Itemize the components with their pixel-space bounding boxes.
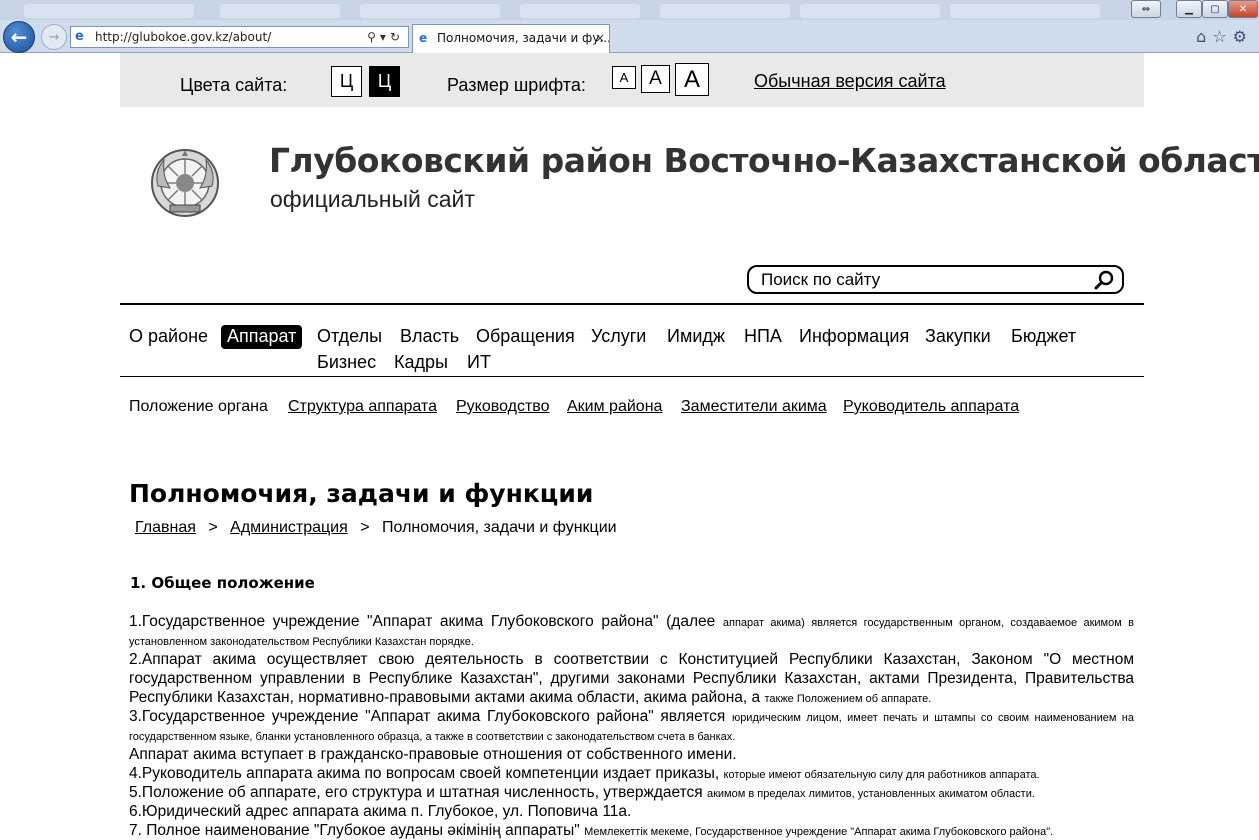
nav-item-vlast[interactable]: Власть bbox=[400, 326, 459, 347]
nav-item-uslugi[interactable]: Услуги bbox=[591, 326, 646, 347]
address-tools-icon[interactable]: ⚲▾↻ bbox=[367, 27, 404, 47]
paragraph-3-text: 3.Государственное учреждение "Аппарат ак… bbox=[129, 708, 732, 725]
background-tab[interactable] bbox=[520, 4, 640, 18]
color-white-button[interactable]: Ц bbox=[331, 66, 362, 97]
site-title[interactable]: Глубоковский район Восточно-Казахстанско… bbox=[269, 141, 1259, 180]
address-bar[interactable]: e http://glubokoe.gov.kz/about/ ⚲▾↻ bbox=[70, 26, 409, 48]
paragraph-7: 6.Юридический адрес аппарата акима п. Гл… bbox=[129, 802, 1134, 821]
font-size-label: Размер шрифта: bbox=[447, 75, 586, 95]
paragraph-1-text: 1.Государственное учреждение "Аппарат ак… bbox=[129, 613, 723, 630]
browser-tabstrip-top: ⇔ ▁ ▢ ✕ bbox=[0, 0, 1259, 20]
font-size-small-button[interactable]: A bbox=[612, 66, 636, 89]
paragraph-1: 1.Государственное учреждение "Аппарат ак… bbox=[129, 612, 1134, 650]
restore-window-icon[interactable]: ⇔ bbox=[1131, 0, 1161, 18]
background-tab[interactable] bbox=[800, 4, 940, 18]
subnav-struktura-apparata[interactable]: Структура аппарата bbox=[288, 398, 437, 416]
nav-item-it[interactable]: ИТ bbox=[467, 352, 491, 373]
subnav-polozhenie-organa[interactable]: Положение органа bbox=[129, 398, 268, 416]
search-box bbox=[747, 265, 1124, 294]
paragraph-4-text: Аппарат акима вступает в гражданско-прав… bbox=[129, 746, 737, 763]
nav-item-apparat[interactable]: Аппарат bbox=[221, 325, 303, 349]
site-colors-label: Цвета сайта: bbox=[180, 75, 288, 95]
background-tab[interactable] bbox=[220, 4, 340, 18]
nav-item-byudzhet[interactable]: Бюджет bbox=[1011, 326, 1076, 347]
nav-item-kadry[interactable]: Кадры bbox=[394, 352, 448, 373]
font-size-medium-button[interactable]: A bbox=[641, 65, 670, 93]
page-title: Полномочия, задачи и функции bbox=[129, 479, 594, 508]
color-black-button[interactable]: Ц bbox=[369, 66, 400, 97]
forward-button[interactable]: → bbox=[41, 24, 67, 50]
browser-toolbar-icons[interactable]: ⌂☆⚙ bbox=[1196, 27, 1253, 46]
breadcrumb: Главная > Администрация > Полномочия, за… bbox=[135, 519, 617, 537]
back-button[interactable]: ← bbox=[3, 21, 35, 53]
site-subtitle: официальный сайт bbox=[270, 186, 475, 212]
tab-close-icon[interactable]: × bbox=[595, 25, 605, 52]
paragraph-4: Аппарат акима вступает в гражданско-прав… bbox=[129, 745, 1134, 764]
paragraph-8: 7. Полное наименование "Глубокое ауданы … bbox=[129, 821, 1134, 840]
background-tab[interactable] bbox=[360, 4, 500, 18]
ie-icon: e bbox=[419, 31, 428, 45]
subnav-akim-raiona[interactable]: Аким района bbox=[567, 398, 662, 416]
nav-item-informaciya[interactable]: Информация bbox=[799, 326, 909, 347]
paragraph-2-smalltext: также Положением об аппарате. bbox=[764, 693, 932, 705]
paragraph-2: 2.Аппарат акима осуществляет свою деятел… bbox=[129, 650, 1134, 707]
search-input[interactable] bbox=[761, 269, 1081, 291]
nav-item-obrashcheniya[interactable]: Обращения bbox=[476, 326, 575, 347]
font-size-large-button[interactable]: A bbox=[675, 63, 709, 96]
paragraph-5: 4.Руководитель аппарата акима по вопроса… bbox=[129, 764, 1134, 783]
nav-item-biznes[interactable]: Бизнес bbox=[317, 352, 376, 373]
ie-icon: e bbox=[75, 29, 84, 44]
paragraph-3: 3.Государственное учреждение "Аппарат ак… bbox=[129, 707, 1134, 745]
breadcrumb-admin-link[interactable]: Администрация bbox=[230, 519, 348, 536]
close-window-icon[interactable]: ✕ bbox=[1228, 0, 1258, 18]
subnav-zamestiteli-akima[interactable]: Заместители акима bbox=[681, 398, 827, 416]
section-heading: 1. Общее положение bbox=[130, 574, 315, 592]
nav-item-zakupki[interactable]: Закупки bbox=[925, 326, 991, 347]
tab-title: Полномочия, задачи и фу... bbox=[437, 31, 610, 45]
header-divider bbox=[120, 303, 1144, 305]
subnav-rukovoditel-apparata[interactable]: Руководитель аппарата bbox=[843, 398, 1019, 416]
nav-item-o-raione[interactable]: О районе bbox=[129, 326, 208, 347]
background-tab[interactable] bbox=[24, 4, 194, 18]
active-tab[interactable]: e Полномочия, задачи и фу... × bbox=[412, 24, 610, 53]
breadcrumb-home-link[interactable]: Главная bbox=[135, 519, 196, 536]
paragraph-8-smalltext: Мемлекеттік мекеме, Государственное учре… bbox=[584, 826, 1054, 838]
maximize-icon[interactable]: ▢ bbox=[1202, 0, 1228, 18]
paragraph-2-text: 2.Аппарат акима осуществляет свою деятел… bbox=[129, 651, 1134, 706]
paragraph-5-smalltext: которые имеют обязательную силу для рабо… bbox=[723, 769, 1040, 781]
nav-divider bbox=[120, 376, 1144, 377]
paragraph-5-text: 4.Руководитель аппарата акима по вопроса… bbox=[129, 765, 724, 782]
breadcrumb-current: Полномочия, задачи и функции bbox=[382, 519, 617, 536]
normal-version-link[interactable]: Обычная версия сайта bbox=[754, 71, 946, 92]
browser-chrome: ⇔ ▁ ▢ ✕ ← → e http://glubokoe.gov.kz/abo… bbox=[0, 0, 1259, 53]
breadcrumb-separator: > bbox=[208, 519, 218, 536]
kazakhstan-emblem-icon[interactable] bbox=[150, 148, 220, 218]
nav-item-npa[interactable]: НПА bbox=[744, 326, 782, 347]
subnav-rukovodstvo[interactable]: Руководство bbox=[456, 398, 550, 416]
paragraph-6: 5.Положение об аппарате, его структура и… bbox=[129, 783, 1134, 802]
accessibility-bar: Цвета сайта: Ц Ц Размер шрифта: A A A Об… bbox=[120, 53, 1144, 107]
address-url: http://glubokoe.gov.kz/about/ bbox=[95, 30, 272, 44]
nav-item-imidzh[interactable]: Имидж bbox=[667, 326, 725, 347]
breadcrumb-separator: > bbox=[360, 519, 370, 536]
article-body: 1.Государственное учреждение "Аппарат ак… bbox=[129, 612, 1134, 840]
background-tab[interactable] bbox=[660, 4, 790, 18]
nav-item-otdely[interactable]: Отделы bbox=[317, 326, 382, 347]
background-tab[interactable] bbox=[950, 4, 1100, 18]
search-icon[interactable] bbox=[1094, 270, 1114, 290]
minimize-icon[interactable]: ▁ bbox=[1176, 0, 1202, 18]
paragraph-6-text: 5.Положение об аппарате, его структура и… bbox=[129, 784, 707, 801]
paragraph-7-text: 6.Юридический адрес аппарата акима п. Гл… bbox=[129, 803, 632, 820]
paragraph-8-text: 7. Полное наименование "Глубокое ауданы … bbox=[129, 822, 585, 839]
paragraph-6-smalltext: акимом в пределах лимитов, установленных… bbox=[706, 788, 1035, 800]
